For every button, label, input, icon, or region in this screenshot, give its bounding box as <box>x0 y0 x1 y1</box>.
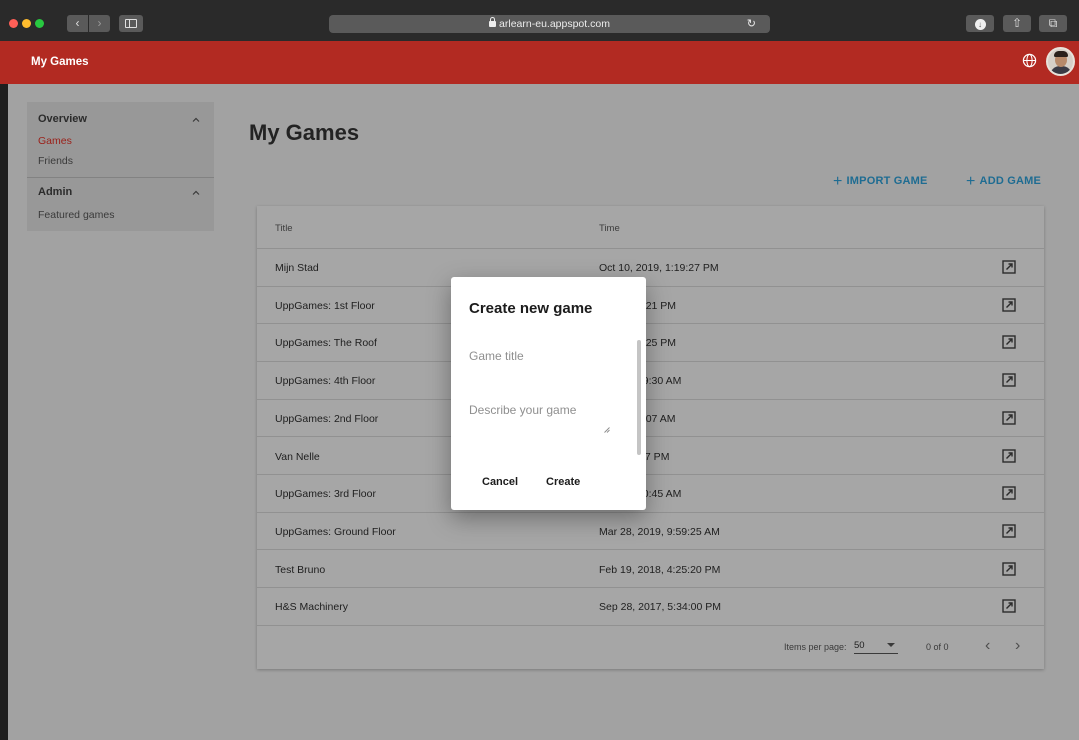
table-row[interactable]: Van Nelle9, 11:07:07 PM <box>257 438 1044 476</box>
address-bar[interactable]: arlearn-eu.appspot.com ↻ <box>329 15 770 33</box>
url-text: arlearn-eu.appspot.com <box>499 18 610 30</box>
nav-divider <box>27 177 214 178</box>
zoom-window-button[interactable] <box>35 19 44 28</box>
table-row[interactable]: Mijn Stad Oct 10, 2019, 1:19:27 PM <box>257 249 1044 287</box>
minimize-window-button[interactable] <box>22 19 31 28</box>
game-title-cell: H&S Machinery <box>275 601 348 614</box>
caret-down-icon <box>887 643 895 647</box>
sidebar-item-featured-games[interactable]: Featured games <box>38 209 114 221</box>
chevron-up-icon[interactable] <box>192 116 200 124</box>
previous-page-button[interactable]: ‹ <box>985 637 990 655</box>
table-row[interactable]: UppGames: The Roof019, 1:14:25 PM <box>257 324 1044 362</box>
open-in-new-icon[interactable] <box>1002 297 1016 312</box>
open-in-new-icon[interactable] <box>1002 260 1016 274</box>
dialog-title: Create new game <box>469 300 593 317</box>
download-icon: ↓ <box>974 19 986 30</box>
plus-icon: + <box>966 173 976 190</box>
forward-button[interactable]: › <box>89 15 110 32</box>
lock-icon <box>489 17 497 27</box>
share-button[interactable]: ⇧ <box>1003 15 1031 32</box>
add-game-label: ADD GAME <box>979 175 1042 187</box>
avatar[interactable] <box>1046 47 1075 76</box>
downloads-button[interactable]: ↓ <box>966 15 994 32</box>
create-game-dialog: Create new game Cancel Create <box>451 277 646 510</box>
next-page-button[interactable]: › <box>1015 637 1020 655</box>
globe-icon[interactable] <box>1022 53 1037 68</box>
import-game-label: IMPORT GAME <box>846 175 928 187</box>
game-title-cell: UppGames: 2nd Floor <box>275 412 379 425</box>
game-title-input[interactable] <box>469 349 619 363</box>
table-row[interactable]: UppGames: Ground Floor Mar 28, 2019, 9:59… <box>257 513 1044 551</box>
game-time-cell: Feb 19, 2018, 4:25:20 PM <box>599 563 721 576</box>
table-row[interactable]: UppGames: 2nd Floor019, 9:51:07 AM <box>257 400 1044 438</box>
side-navigation: Overview Games Friends Admin Featured ga… <box>27 102 214 231</box>
game-time-cell: Oct 10, 2019, 1:19:27 PM <box>599 262 719 274</box>
resize-handle-icon[interactable] <box>604 427 610 433</box>
table-row[interactable]: UppGames: 1st Floor019, 4:21:21 PM <box>257 287 1044 325</box>
sidebar-toggle-button[interactable] <box>119 15 143 32</box>
game-time-cell: Mar 28, 2019, 9:59:25 AM <box>599 525 720 538</box>
items-per-page-value: 50 <box>854 640 865 651</box>
game-title-cell: UppGames: Ground Floor <box>275 525 396 538</box>
back-button[interactable]: ‹ <box>67 15 88 32</box>
game-title-cell: UppGames: 4th Floor <box>275 375 376 388</box>
open-in-new-icon[interactable] <box>1002 599 1016 613</box>
plus-icon: + <box>833 173 843 190</box>
nav-section-admin[interactable]: Admin <box>38 186 72 198</box>
game-title-cell: UppGames: The Roof <box>275 337 377 350</box>
show-tabs-button[interactable]: ⧉ <box>1039 15 1067 32</box>
avatar-hair <box>1054 51 1068 57</box>
add-game-button[interactable]: + ADD GAME <box>966 171 1042 190</box>
games-table: Title Time Mijn Stad Oct 10, 2019, 1:19:2… <box>257 206 1044 669</box>
game-description-input[interactable] <box>469 403 619 439</box>
table-row[interactable]: H&S Machinery Sep 28, 2017, 5:34:00 PM <box>257 588 1044 626</box>
open-in-new-icon[interactable] <box>1002 486 1016 500</box>
column-header-title[interactable]: Title <box>275 223 293 234</box>
chevron-up-icon[interactable] <box>192 189 200 197</box>
create-button[interactable]: Create <box>546 476 580 488</box>
sidebar-item-games[interactable]: Games <box>38 135 72 147</box>
cancel-button[interactable]: Cancel <box>482 476 518 488</box>
sidebar-item-friends[interactable]: Friends <box>38 155 73 167</box>
reload-icon[interactable]: ↻ <box>747 15 756 33</box>
page-title: My Games <box>249 120 360 145</box>
open-in-new-icon[interactable] <box>1002 561 1016 576</box>
range-label: 0 of 0 <box>926 642 949 652</box>
column-header-time[interactable]: Time <box>599 223 620 234</box>
open-in-new-icon[interactable] <box>1002 335 1016 350</box>
game-title-cell: Van Nelle <box>275 450 320 463</box>
open-in-new-icon[interactable] <box>1002 448 1016 463</box>
open-in-new-icon[interactable] <box>1002 524 1016 538</box>
table-row[interactable]: Test Bruno Feb 19, 2018, 4:25:20 PM <box>257 551 1044 589</box>
app-bar: My Games <box>0 41 1079 84</box>
items-per-page-select[interactable]: 50 <box>854 640 898 654</box>
table-row[interactable]: UppGames: 3rd Floor019, 10:00:45 AM <box>257 475 1044 513</box>
game-title-cell: Test Bruno <box>275 563 326 576</box>
sidebar-icon <box>125 19 137 28</box>
game-title-cell: Mijn Stad <box>275 262 319 274</box>
import-game-button[interactable]: + IMPORT GAME <box>833 171 928 190</box>
app-title: My Games <box>31 56 89 68</box>
game-title-cell: UppGames: 1st Floor <box>275 299 375 312</box>
close-window-button[interactable] <box>9 19 18 28</box>
table-header: Title Time <box>257 206 1044 249</box>
nav-section-overview[interactable]: Overview <box>38 113 87 125</box>
dialog-scrollbar[interactable] <box>637 340 641 455</box>
browser-toolbar: ‹ › arlearn-eu.appspot.com ↻ ↓ ⇧ ⧉ <box>0 0 1079 41</box>
table-row[interactable]: UppGames: 4th Floor019, 10:09:30 AM <box>257 362 1044 400</box>
game-title-cell: UppGames: 3rd Floor <box>275 488 376 501</box>
game-time-cell: Sep 28, 2017, 5:34:00 PM <box>599 601 722 614</box>
items-per-page-label: Items per page: <box>784 642 847 652</box>
open-in-new-icon[interactable] <box>1002 373 1016 387</box>
open-in-new-icon[interactable] <box>1002 411 1016 425</box>
paginator: Items per page: 50 0 of 0 ‹ › <box>257 626 1044 669</box>
